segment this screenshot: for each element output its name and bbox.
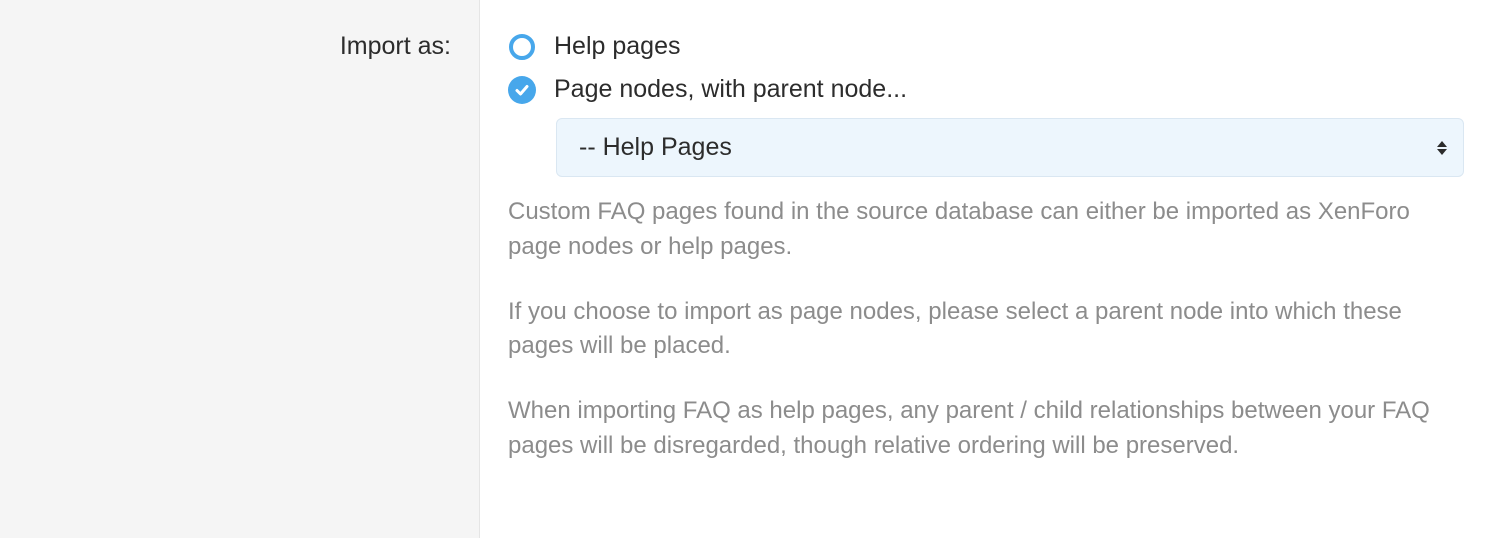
parent-node-select[interactable]: -- Help Pages <box>556 118 1464 177</box>
radio-page-nodes-label: Page nodes, with parent node... <box>554 75 907 104</box>
import-as-label: Import as: <box>340 32 451 60</box>
radio-unchecked-icon <box>508 33 536 61</box>
radio-page-nodes[interactable]: Page nodes, with parent node... <box>508 75 1464 104</box>
import-as-row: Import as: Help pages Page nodes, with p… <box>0 0 1492 538</box>
label-column: Import as: <box>0 0 480 538</box>
help-text-block: Custom FAQ pages found in the source dat… <box>508 195 1464 464</box>
content-column: Help pages Page nodes, with parent node.… <box>480 0 1492 492</box>
help-paragraph-2: If you choose to import as page nodes, p… <box>508 295 1464 365</box>
help-paragraph-1: Custom FAQ pages found in the source dat… <box>508 195 1464 265</box>
help-paragraph-3: When importing FAQ as help pages, any pa… <box>508 394 1464 464</box>
parent-node-select-value: -- Help Pages <box>579 133 732 162</box>
radio-help-pages[interactable]: Help pages <box>508 32 1464 61</box>
parent-node-select-wrap: -- Help Pages <box>556 118 1464 177</box>
select-caret-icon <box>1437 141 1447 155</box>
radio-checked-icon <box>508 76 536 104</box>
radio-help-pages-label: Help pages <box>554 32 680 61</box>
